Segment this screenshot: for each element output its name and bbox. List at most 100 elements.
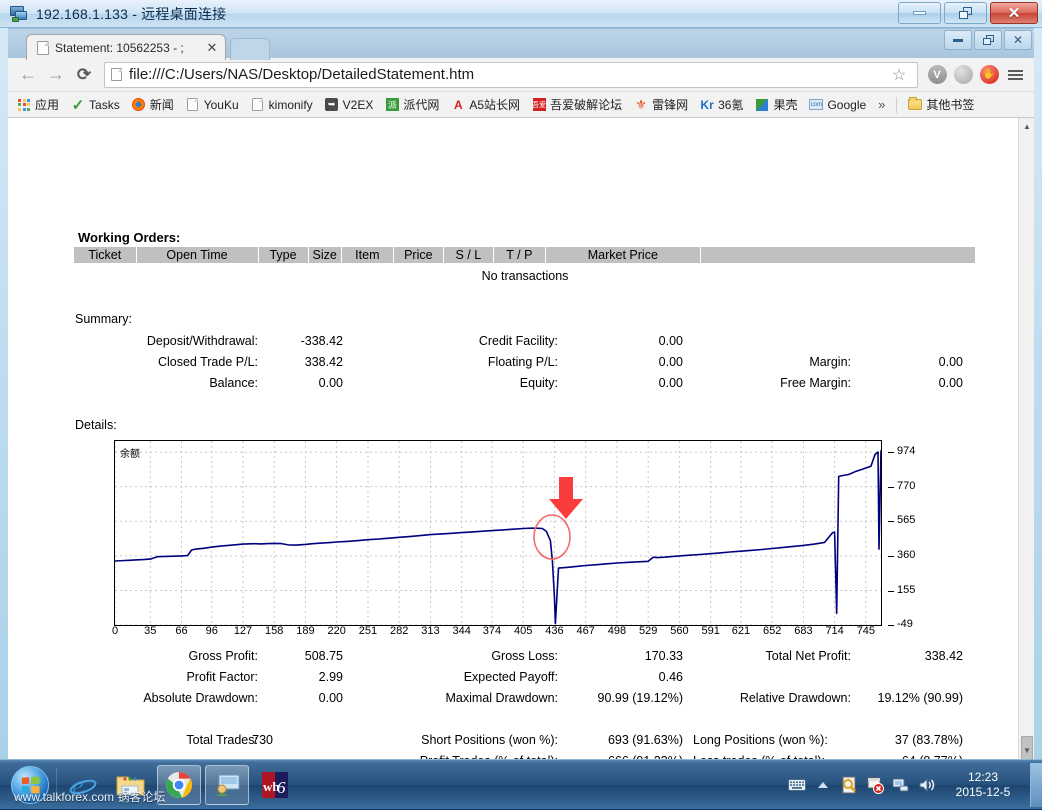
doc-icon — [186, 98, 200, 112]
rdp-restore-button[interactable] — [944, 2, 987, 24]
keyboard-icon[interactable] — [784, 772, 810, 798]
chrome-minimize-button[interactable] — [944, 30, 972, 50]
guokr-icon — [755, 98, 769, 112]
taskbar-wh6-app-icon[interactable]: wh 6 — [253, 765, 297, 805]
value-credit-facility: 0.00 — [658, 334, 683, 348]
file-scheme-icon — [111, 68, 122, 81]
column-tp: T / P — [493, 246, 546, 264]
folder-icon — [908, 97, 923, 112]
network-icon[interactable] — [888, 772, 914, 798]
52pojie-icon: 吾爱 — [532, 98, 546, 112]
forward-button[interactable]: → — [42, 61, 70, 89]
show-hidden-icons-icon[interactable] — [810, 772, 836, 798]
a5-icon: A — [454, 97, 463, 112]
clock-time: 12:23 — [967, 770, 999, 784]
x-tick-label: 96 — [205, 625, 218, 637]
x-tick-label: 560 — [670, 625, 689, 637]
value-total-net-profit: 338.42 — [924, 649, 963, 663]
close-icon: ✕ — [1012, 33, 1024, 47]
globe-extension-icon[interactable] — [950, 62, 976, 88]
apps-grid-icon — [17, 98, 31, 112]
working-orders-heading: Working Orders: — [78, 230, 181, 245]
column-open-time: Open Time — [136, 246, 259, 264]
search-tool-icon[interactable] — [836, 772, 862, 798]
value-long-positions: 37 (83.78%) — [894, 733, 963, 747]
rdp-minimize-button[interactable] — [898, 2, 941, 24]
browser-tab-statement[interactable]: Statement: 10562253 - ; ✕ — [26, 34, 226, 60]
chrome-window-buttons: ✕ — [944, 30, 1032, 50]
taskbar-clock[interactable]: 12:23 2015-12-5 — [940, 770, 1026, 800]
chart-y-axis-labels: -49 155 360 565 770 974 — [888, 440, 928, 630]
doc-icon — [251, 98, 265, 112]
volume-icon[interactable] — [914, 772, 940, 798]
x-tick-label: 467 — [576, 625, 595, 637]
page-scrollbar[interactable]: ▲ ▼ — [1018, 118, 1034, 759]
no-transactions-text: No transactions — [481, 269, 569, 283]
x-tick-label: 498 — [607, 625, 627, 637]
value-equity: 0.00 — [658, 376, 683, 390]
value-short-positions: 693 (91.63%) — [607, 733, 683, 747]
minimize-icon — [953, 38, 963, 42]
remote-desktop-window: 192.168.1.133 - 远程桌面连接 ✕ Statement: 1056… — [0, 0, 1042, 809]
bookmark-apps[interactable]: 应用 — [12, 94, 64, 115]
x-tick-label: 529 — [638, 625, 658, 637]
x-tick-label: 158 — [265, 625, 284, 637]
bookmark-v2ex[interactable]: ➥ V2EX — [320, 96, 379, 114]
new-tab-button[interactable] — [230, 38, 270, 60]
bookmark-google[interactable]: com Google — [804, 96, 871, 114]
y-tick-label: 770 — [897, 479, 916, 492]
bookmark-guokr[interactable]: 果壳 — [750, 94, 802, 115]
scroll-up-arrow-icon[interactable]: ▲ — [1019, 118, 1034, 135]
bookmark-52pojie[interactable]: 吾爱 吾爱破解论坛 — [527, 94, 627, 115]
bookmark-label: 新闻 — [149, 98, 174, 112]
flag-action-center-icon[interactable] — [862, 772, 888, 798]
y-tick-label: 360 — [897, 548, 916, 561]
bookmark-tasks[interactable]: ✓ Tasks — [66, 96, 125, 114]
tab-close-icon[interactable]: ✕ — [205, 41, 219, 55]
remote-desktop-icon — [10, 5, 28, 23]
label-maximal-drawdown: Maximal Drawdown: — [445, 691, 558, 705]
y-tick-label: -49 — [897, 618, 913, 630]
bookmark-paidai[interactable]: 派 派代网 — [380, 94, 444, 115]
scroll-down-arrow-icon[interactable]: ▼ — [1019, 742, 1034, 759]
y-tick-mark — [888, 521, 894, 523]
rdp-close-button[interactable]: ✕ — [990, 2, 1038, 24]
x-tick-label: 251 — [358, 625, 378, 637]
label-closed-trade-pl: Closed Trade P/L: — [157, 355, 258, 369]
remote-desktop-titlebar: 192.168.1.133 - 远程桌面连接 ✕ — [0, 0, 1042, 28]
bookmark-kimonify[interactable]: kimonify — [246, 96, 318, 114]
address-bar[interactable]: file:///C:/Users/NAS/Desktop/DetailedSta… — [104, 61, 918, 88]
red-stop-extension-icon[interactable]: ✋ — [976, 62, 1002, 88]
tab-title: Statement: 10562253 - ; — [55, 40, 184, 55]
x-tick-label: 189 — [296, 625, 315, 637]
bookmark-a5[interactable]: A A5站长网 — [446, 94, 525, 115]
bookmark-36kr[interactable]: Kr 36氪 — [695, 94, 748, 115]
chrome-close-button[interactable]: ✕ — [1004, 30, 1032, 50]
bookmark-news[interactable]: 新闻 — [127, 94, 179, 115]
label-profit-factor: Profit Factor: — [186, 670, 258, 684]
bookmark-youku[interactable]: YouKu — [181, 96, 244, 114]
x-tick-label: 745 — [856, 625, 876, 637]
back-button[interactable]: ← — [14, 61, 42, 89]
bookmark-label: Google — [827, 97, 867, 112]
chrome-restore-button[interactable] — [974, 30, 1002, 50]
y-tick-label: 565 — [897, 514, 916, 527]
value-maximal-drawdown: 90.99 (19.12%) — [597, 691, 683, 705]
show-desktop-button[interactable] — [1030, 763, 1042, 807]
bookmark-label: Tasks — [89, 97, 120, 112]
x-tick-label: 374 — [482, 625, 502, 637]
x-tick-label: 35 — [144, 625, 157, 637]
column-item: Item — [341, 246, 394, 264]
taskbar-remote-desktop-icon[interactable] — [205, 764, 249, 805]
bookmark-other-folder[interactable]: 其他书签 — [903, 94, 979, 115]
chrome-menu-icon[interactable] — [1002, 62, 1028, 88]
bookmarks-overflow-button[interactable]: » — [873, 97, 890, 112]
balance-chart-svg — [115, 441, 881, 625]
v-shield-extension-icon[interactable]: V — [924, 62, 950, 88]
reload-button[interactable]: ⟳ — [70, 61, 98, 89]
bookmark-star-icon[interactable]: ☆ — [887, 63, 911, 87]
bookmark-label: kimonify — [268, 97, 313, 112]
bookmark-leiphone[interactable]: ⚜ 雷锋网 — [629, 94, 693, 115]
bookmark-label: 雷锋网 — [652, 98, 689, 112]
column-market-price: Market Price — [545, 246, 701, 264]
